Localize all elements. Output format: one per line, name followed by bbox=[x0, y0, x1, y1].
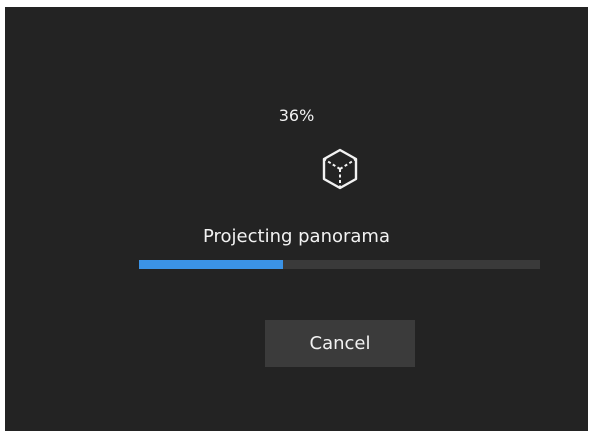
progress-bar-fill bbox=[139, 260, 284, 269]
cancel-button[interactable]: Cancel bbox=[265, 320, 415, 367]
cube-icon bbox=[322, 148, 358, 190]
progress-bar bbox=[139, 260, 540, 269]
progress-status-text: Projecting panorama bbox=[202, 226, 390, 247]
progress-percent-label: 36% bbox=[278, 106, 315, 125]
progress-dialog: 36% Projecting panorama Cancel bbox=[5, 7, 588, 431]
